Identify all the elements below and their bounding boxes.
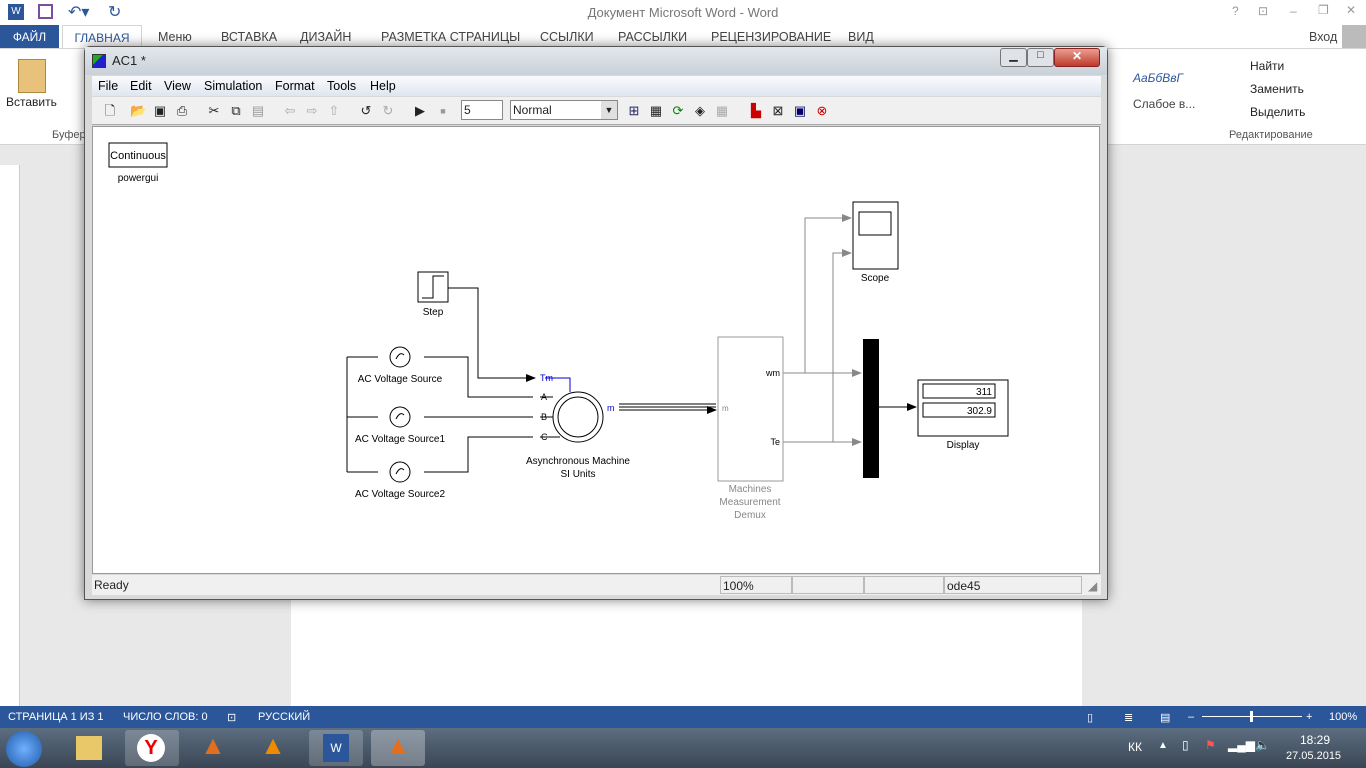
ac-source2-label: AC Voltage Source2 (355, 489, 445, 500)
ac-source-label: AC Voltage Source (358, 374, 443, 385)
block-diagram: Continuous powergui Step AC Voltage Sour… (108, 142, 1009, 521)
demux-label: Demux (734, 510, 766, 521)
display-label: Display (947, 440, 980, 451)
demux-port-m: m (722, 404, 729, 413)
port-m: m (607, 403, 615, 413)
mux-block[interactable] (863, 339, 879, 478)
display-value: 302.9 (967, 406, 992, 417)
display-value: 311 (976, 387, 992, 398)
step-label: Step (423, 307, 444, 318)
signal-wires (783, 214, 862, 446)
scope-label: Scope (861, 273, 890, 284)
port-c: C (541, 432, 548, 442)
port-tm: Tm (540, 373, 553, 383)
port-b: B (541, 412, 547, 422)
scope-block[interactable]: Scope (852, 201, 899, 284)
demux-port-wm: wm (765, 368, 780, 378)
port-a: A (541, 392, 547, 402)
demux-label: Machines (729, 484, 772, 495)
machine-units-label: SI Units (560, 469, 595, 480)
demux-port-te: Te (770, 437, 780, 447)
ac-voltage-sources[interactable]: AC Voltage Source AC Voltage Source1 AC … (355, 346, 445, 500)
powergui-block[interactable]: Continuous powergui (108, 142, 168, 184)
powergui-label: powergui (118, 173, 159, 184)
ac-source1-label: AC Voltage Source1 (355, 434, 445, 445)
powergui-text: Continuous (110, 150, 166, 162)
machine-label: Asynchronous Machine (526, 456, 630, 467)
step-block[interactable]: Step (417, 271, 449, 318)
display-block[interactable]: 311 302.9 Display (917, 379, 1009, 451)
demux-label: Measurement (719, 497, 780, 508)
asynchronous-machine-block[interactable]: Tm A B C m Asynchronous Machine SI Units (526, 373, 630, 480)
demux-block[interactable]: m wm Te Machines Measurement Demux (717, 336, 784, 521)
